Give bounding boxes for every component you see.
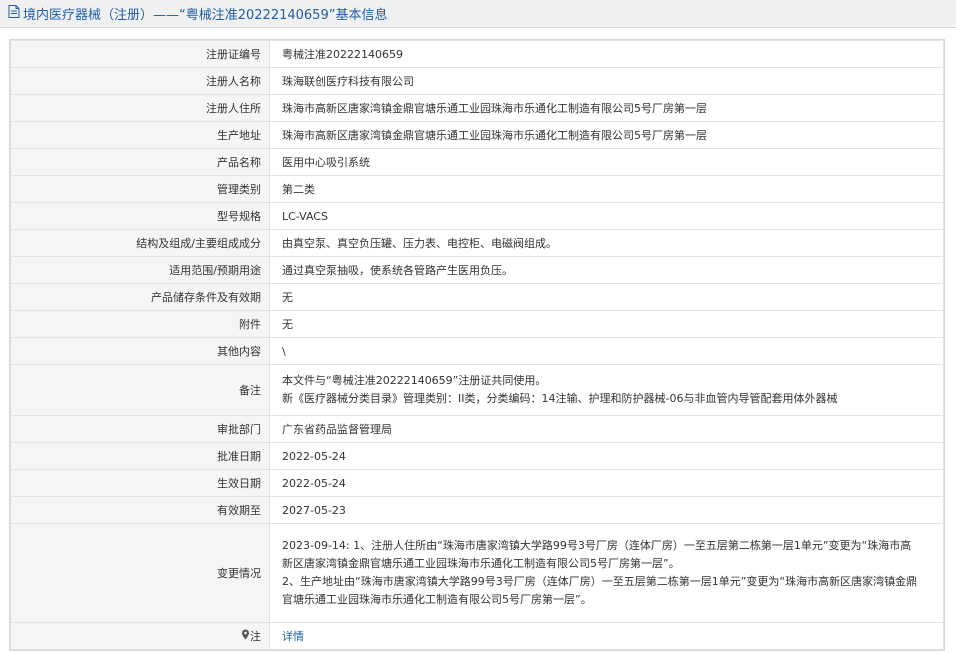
table-row: 有效期至 2027-05-23 [10, 496, 944, 524]
row-value: 第二类 [269, 175, 944, 203]
table-row: 产品储存条件及有效期 无 [10, 283, 944, 311]
info-panel: 注册证编号 粤械注准20222140659 注册人名称 珠海联创医疗科技有限公司… [9, 39, 945, 651]
page-header: 境内医疗器械（注册）——“粤械注准20222140659”基本信息 [0, 0, 956, 28]
row-value-multiline: 本文件与“粤械注准20222140659”注册证共同使用。 新《医疗器械分类目录… [269, 364, 944, 416]
document-icon [8, 5, 20, 22]
row-value: 珠海市高新区唐家湾镇金鼎官塘乐通工业园珠海市乐通化工制造有限公司5号厂房第一层 [269, 94, 944, 122]
table-row: 变更情况 2023-09-14: 1、注册人住所由“珠海市唐家湾镇大学路99号3… [10, 523, 944, 623]
table-row: 其他内容 \ [10, 337, 944, 365]
row-value: 详情 [269, 622, 944, 650]
row-value: 由真空泵、真空负压罐、压力表、电控柜、电磁阀组成。 [269, 229, 944, 257]
row-value-multiline: 2023-09-14: 1、注册人住所由“珠海市唐家湾镇大学路99号3号厂房（连… [269, 523, 944, 623]
row-value: 通过真空泵抽吸，使系统各管路产生医用负压。 [269, 256, 944, 284]
row-value: 2027-05-23 [269, 496, 944, 524]
row-value: 珠海市高新区唐家湾镇金鼎官塘乐通工业园珠海市乐通化工制造有限公司5号厂房第一层 [269, 121, 944, 149]
table-row: 产品名称 医用中心吸引系统 [10, 148, 944, 176]
row-value: 无 [269, 310, 944, 338]
note-label: 注 [250, 630, 261, 643]
row-value: 医用中心吸引系统 [269, 148, 944, 176]
change-line: 2、生产地址由“珠海市唐家湾镇大学路99号3号厂房（连体厂房）一至五层第二栋第一… [282, 575, 918, 588]
row-value: 广东省药品监督管理局 [269, 415, 944, 443]
row-label: 注册证编号 [10, 40, 270, 68]
row-label: 注册人名称 [10, 67, 270, 95]
table-row: 注册人住所 珠海市高新区唐家湾镇金鼎官塘乐通工业园珠海市乐通化工制造有限公司5号… [10, 94, 944, 122]
row-label: 适用范围/预期用途 [10, 256, 270, 284]
row-value: 珠海联创医疗科技有限公司 [269, 67, 944, 95]
row-label: 结构及组成/主要组成成分 [10, 229, 270, 257]
table-row: 审批部门 广东省药品监督管理局 [10, 415, 944, 443]
row-value: 2022-05-24 [269, 469, 944, 497]
row-value: LC-VACS [269, 202, 944, 230]
remark-line: 新《医疗器械分类目录》管理类别：II类，分类编码：14注输、护理和防护器械-06… [282, 392, 838, 405]
pin-icon [241, 629, 250, 643]
row-value: 无 [269, 283, 944, 311]
change-line: 新区唐家湾镇金鼎官塘乐通工业园珠海市乐通化工制造有限公司5号厂房第一层”。 [282, 557, 680, 570]
row-label: 变更情况 [10, 523, 270, 623]
row-label: 备注 [10, 364, 270, 416]
row-label: 型号规格 [10, 202, 270, 230]
table-row: 管理类别 第二类 [10, 175, 944, 203]
row-label: 附件 [10, 310, 270, 338]
row-label: 产品储存条件及有效期 [10, 283, 270, 311]
row-label: 产品名称 [10, 148, 270, 176]
table-row: 备注 本文件与“粤械注准20222140659”注册证共同使用。 新《医疗器械分… [10, 364, 944, 416]
table-row: 适用范围/预期用途 通过真空泵抽吸，使系统各管路产生医用负压。 [10, 256, 944, 284]
remark-line: 本文件与“粤械注准20222140659”注册证共同使用。 [282, 374, 547, 387]
change-line: 2023-09-14: 1、注册人住所由“珠海市唐家湾镇大学路99号3号厂房（连… [282, 539, 912, 552]
row-label: 管理类别 [10, 175, 270, 203]
table-row: 生效日期 2022-05-24 [10, 469, 944, 497]
info-table: 注册证编号 粤械注准20222140659 注册人名称 珠海联创医疗科技有限公司… [10, 40, 944, 650]
row-label: 批准日期 [10, 442, 270, 470]
row-label: 生效日期 [10, 469, 270, 497]
row-value: 2022-05-24 [269, 442, 944, 470]
row-label: 注册人住所 [10, 94, 270, 122]
table-row: 注册人名称 珠海联创医疗科技有限公司 [10, 67, 944, 95]
change-line: 官塘乐通工业园珠海市乐通化工制造有限公司5号厂房第一层”。 [282, 593, 592, 606]
table-row: 注册证编号 粤械注准20222140659 [10, 40, 944, 68]
row-label: 注 [10, 622, 270, 650]
table-row: 型号规格 LC-VACS [10, 202, 944, 230]
table-row: 附件 无 [10, 310, 944, 338]
row-label: 审批部门 [10, 415, 270, 443]
table-row: 结构及组成/主要组成成分 由真空泵、真空负压罐、压力表、电控柜、电磁阀组成。 [10, 229, 944, 257]
row-label: 有效期至 [10, 496, 270, 524]
table-row: 批准日期 2022-05-24 [10, 442, 944, 470]
row-value: \ [269, 337, 944, 365]
row-label: 其他内容 [10, 337, 270, 365]
row-value: 粤械注准20222140659 [269, 40, 944, 68]
table-row: 生产地址 珠海市高新区唐家湾镇金鼎官塘乐通工业园珠海市乐通化工制造有限公司5号厂… [10, 121, 944, 149]
page-title: 境内医疗器械（注册）——“粤械注准20222140659”基本信息 [23, 8, 388, 23]
row-label: 生产地址 [10, 121, 270, 149]
table-row: 注 详情 [10, 622, 944, 650]
details-link[interactable]: 详情 [282, 630, 304, 643]
